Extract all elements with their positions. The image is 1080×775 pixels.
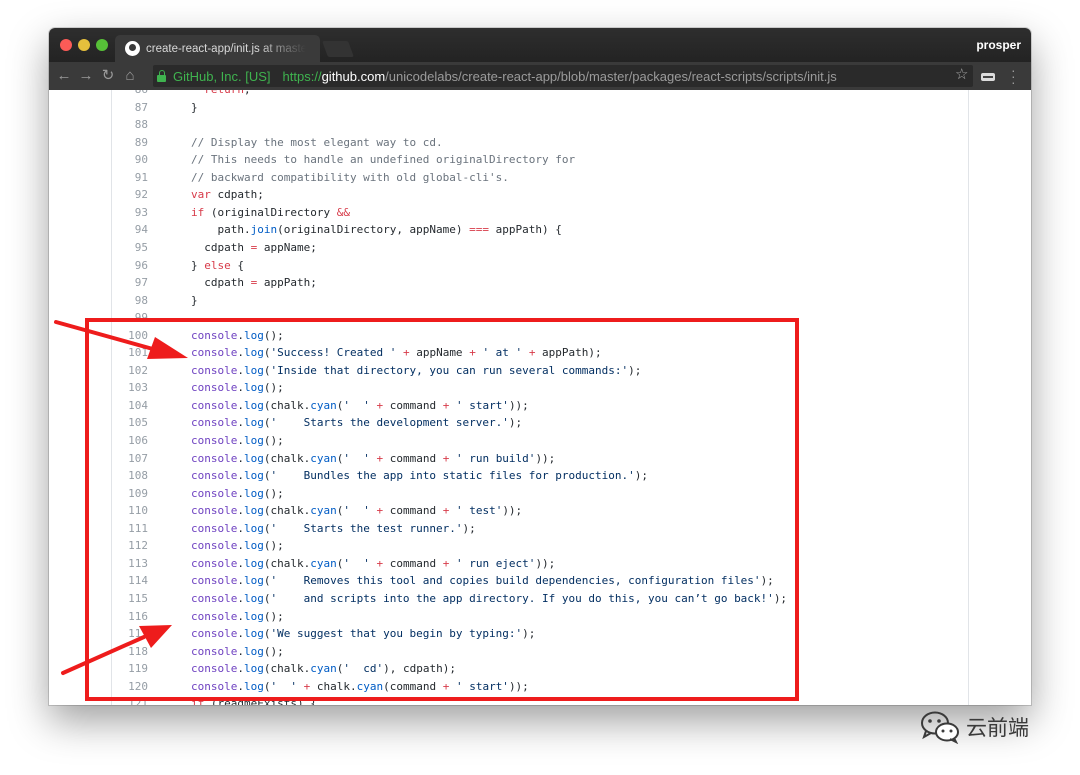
arrow-top xyxy=(54,320,188,359)
arrow-bottom xyxy=(61,625,172,675)
watermark-text: 云前端 xyxy=(966,716,1029,740)
wechat-icon xyxy=(921,711,959,744)
annotation-arrows xyxy=(54,320,188,675)
watermark: 云前端 xyxy=(920,710,1029,744)
